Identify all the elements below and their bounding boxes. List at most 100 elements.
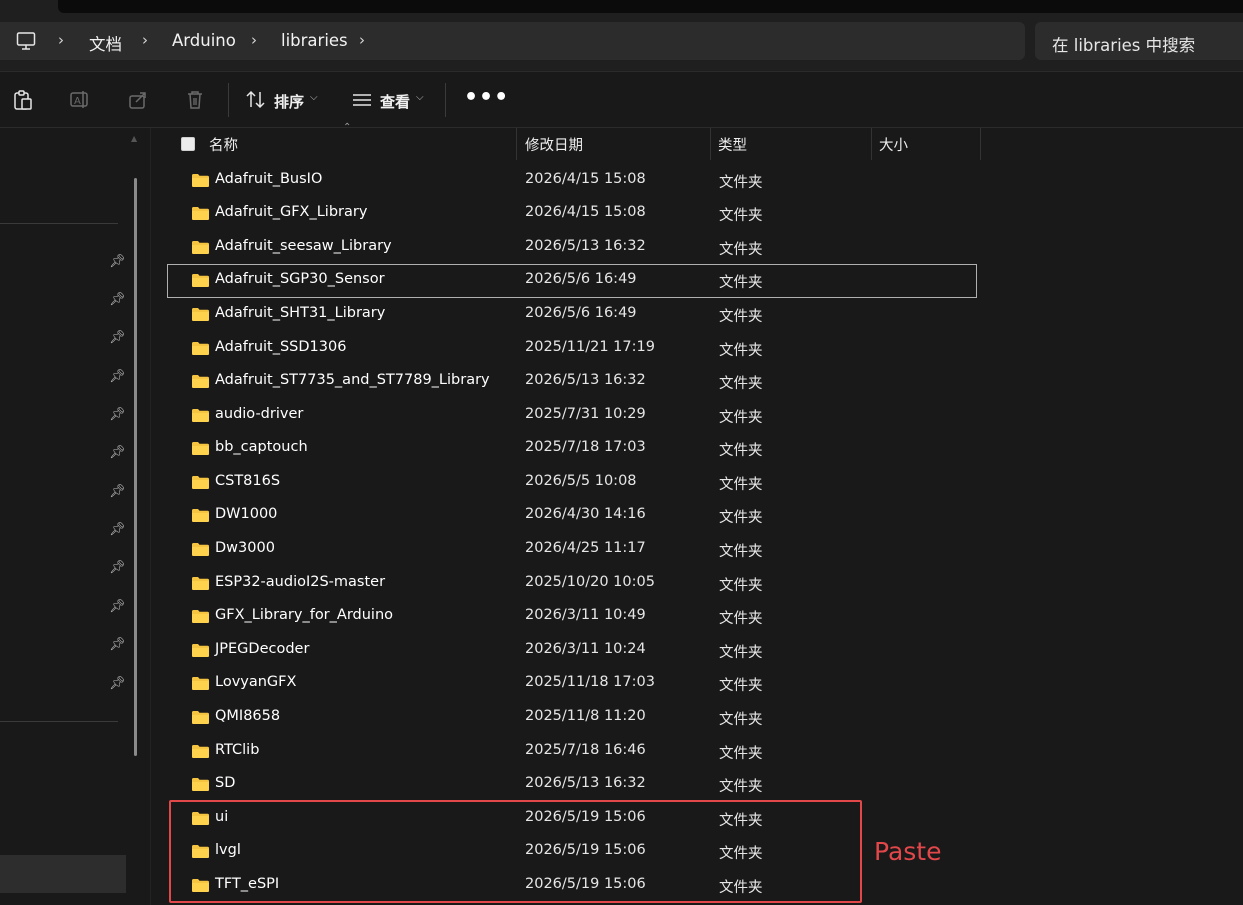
breadcrumb-documents[interactable]: 文档: [89, 31, 122, 55]
file-date: 2025/11/18 17:03: [525, 674, 655, 690]
chevron-right-icon[interactable]: ›: [142, 31, 148, 49]
nav-scrollbar[interactable]: [134, 178, 137, 756]
file-type: 文件夹: [719, 443, 763, 459]
chevron-down-icon[interactable]: ⌵: [416, 92, 424, 103]
folder-icon: [192, 174, 209, 187]
file-name[interactable]: Adafruit_ST7735_and_ST7789_Library: [215, 372, 490, 388]
pin-icon: 📌︎: [109, 560, 126, 575]
file-name[interactable]: LovyanGFX: [215, 674, 296, 690]
file-name[interactable]: Adafruit_SSD1306: [215, 339, 346, 355]
file-row[interactable]: Adafruit_GFX_Library 2026/4/15 15:08 文件夹: [168, 198, 976, 230]
file-name[interactable]: bb_captouch: [215, 439, 308, 455]
file-row[interactable]: Adafruit_SGP30_Sensor 2026/5/6 16:49 文件夹: [167, 264, 977, 298]
command-bar: A 排序 ⌵ 查看 ⌵ •••: [0, 72, 1243, 128]
column-name[interactable]: 名称: [209, 134, 238, 155]
pin-icon: 📌︎: [109, 407, 126, 422]
address-bar[interactable]: › 文档 › Arduino › libraries ›: [0, 22, 1025, 60]
file-date: 2025/11/21 17:19: [525, 339, 655, 355]
file-name[interactable]: Adafruit_GFX_Library: [215, 204, 367, 220]
file-row[interactable]: DW1000 2026/4/30 14:16 文件夹: [168, 500, 976, 532]
file-row[interactable]: Adafruit_SSD1306 2025/11/21 17:19 文件夹: [168, 333, 976, 365]
column-header: ⌃ 名称 修改日期 类型 大小: [150, 122, 1243, 160]
file-type: 文件夹: [719, 544, 763, 560]
file-name[interactable]: Adafruit_SHT31_Library: [215, 305, 385, 321]
file-type: 文件夹: [719, 779, 763, 795]
file-name[interactable]: audio-driver: [215, 406, 303, 422]
folder-icon: [192, 543, 209, 556]
scroll-up-icon[interactable]: ▲: [131, 134, 137, 143]
file-name[interactable]: GFX_Library_for_Arduino: [215, 607, 393, 623]
file-row[interactable]: GFX_Library_for_Arduino 2026/3/11 10:49 文件…: [168, 601, 976, 633]
breadcrumb-arduino[interactable]: Arduino: [172, 31, 236, 50]
folder-icon: [192, 745, 209, 758]
file-type: 文件夹: [719, 343, 763, 359]
file-date: 2026/4/15 15:08: [525, 171, 646, 187]
chevron-right-icon[interactable]: ›: [251, 31, 257, 49]
sort-icon[interactable]: [245, 89, 267, 111]
file-type: 文件夹: [719, 410, 763, 426]
file-name[interactable]: ESP32-audioI2S-master: [215, 574, 385, 590]
folder-icon: [192, 308, 209, 321]
file-name[interactable]: RTClib: [215, 742, 259, 758]
share-icon[interactable]: [127, 89, 149, 111]
pin-icon: 📌︎: [109, 522, 126, 537]
breadcrumb-libraries[interactable]: libraries: [281, 31, 348, 50]
file-row[interactable]: CST816S 2026/5/5 10:08 文件夹: [168, 467, 976, 499]
nav-selected-item[interactable]: [0, 855, 126, 893]
file-row[interactable]: Dw3000 2026/4/25 11:17 文件夹: [168, 534, 976, 566]
chevron-right-icon[interactable]: ›: [58, 31, 64, 49]
sort-button[interactable]: 排序: [274, 91, 304, 112]
select-all-checkbox[interactable]: [181, 137, 195, 151]
file-name[interactable]: Adafruit_SGP30_Sensor: [215, 271, 385, 287]
view-icon[interactable]: [351, 89, 373, 111]
file-row[interactable]: Adafruit_seesaw_Library 2026/5/13 16:32 文件…: [168, 232, 976, 264]
column-size[interactable]: 大小: [879, 134, 908, 155]
pin-icon: 📌︎: [109, 599, 126, 614]
column-date[interactable]: 修改日期: [525, 134, 583, 155]
paste-highlight-box: [169, 800, 862, 903]
computer-icon[interactable]: [16, 31, 36, 55]
pin-icon: 📌︎: [109, 484, 126, 499]
file-date: 2026/3/11 10:49: [525, 607, 646, 623]
column-divider[interactable]: [516, 128, 517, 160]
search-input[interactable]: 在 libraries 中搜索: [1035, 22, 1243, 60]
file-name[interactable]: SD: [215, 775, 235, 791]
file-name[interactable]: CST816S: [215, 473, 280, 489]
delete-icon[interactable]: [184, 89, 206, 111]
folder-icon: [192, 509, 209, 522]
folder-icon: [192, 677, 209, 690]
file-type: 文件夹: [719, 309, 763, 325]
file-row[interactable]: audio-driver 2025/7/31 10:29 文件夹: [168, 400, 976, 432]
file-name[interactable]: Dw3000: [215, 540, 275, 556]
file-name[interactable]: Adafruit_seesaw_Library: [215, 238, 392, 254]
file-row[interactable]: SD 2026/5/13 16:32 文件夹: [168, 769, 976, 801]
file-row[interactable]: LovyanGFX 2025/11/18 17:03 文件夹: [168, 668, 976, 700]
file-row[interactable]: Adafruit_SHT31_Library 2026/5/6 16:49 文件夹: [168, 299, 976, 331]
search-placeholder: 在 libraries 中搜索: [1052, 36, 1196, 55]
file-row[interactable]: Adafruit_BusIO 2026/4/15 15:08 文件夹: [168, 165, 976, 197]
file-row[interactable]: bb_captouch 2025/7/18 17:03 文件夹: [168, 433, 976, 465]
chevron-right-icon[interactable]: ›: [359, 31, 365, 49]
file-date: 2025/7/31 10:29: [525, 406, 646, 422]
file-name[interactable]: JPEGDecoder: [215, 641, 309, 657]
column-type[interactable]: 类型: [718, 134, 747, 155]
file-row[interactable]: RTClib 2025/7/18 16:46 文件夹: [168, 736, 976, 768]
file-name[interactable]: Adafruit_BusIO: [215, 171, 322, 187]
column-divider[interactable]: [980, 128, 981, 160]
chevron-down-icon[interactable]: ⌵: [310, 92, 318, 103]
folder-icon: [192, 778, 209, 791]
file-date: 2026/4/15 15:08: [525, 204, 646, 220]
file-date: 2026/5/6 16:49: [525, 305, 637, 321]
file-name[interactable]: DW1000: [215, 506, 277, 522]
view-button[interactable]: 查看: [380, 91, 410, 112]
more-icon[interactable]: •••: [464, 85, 509, 110]
file-row[interactable]: Adafruit_ST7735_and_ST7789_Library 2026/5…: [168, 366, 976, 398]
file-row[interactable]: QMI8658 2025/11/8 11:20 文件夹: [168, 702, 976, 734]
file-name[interactable]: QMI8658: [215, 708, 280, 724]
column-divider[interactable]: [710, 128, 711, 160]
column-divider[interactable]: [871, 128, 872, 160]
file-row[interactable]: ESP32-audioI2S-master 2025/10/20 10:05 文件夹: [168, 568, 976, 600]
file-row[interactable]: JPEGDecoder 2026/3/11 10:24 文件夹: [168, 635, 976, 667]
rename-icon[interactable]: A: [69, 89, 91, 111]
paste-icon[interactable]: [12, 89, 34, 111]
